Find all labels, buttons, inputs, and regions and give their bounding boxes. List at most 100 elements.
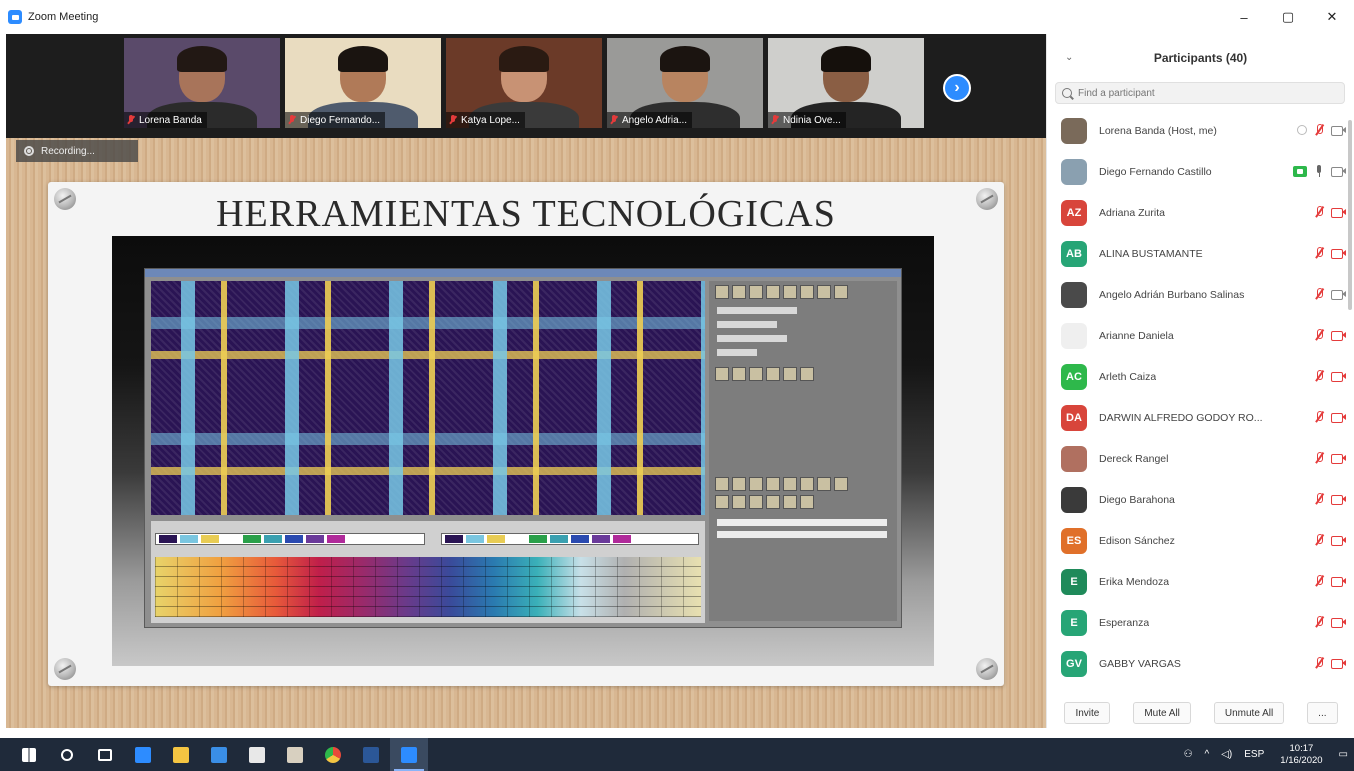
video-off-icon[interactable] (1331, 494, 1347, 505)
taskbar-item-store[interactable] (238, 738, 276, 771)
participant-name: Edison Sánchez (1099, 534, 1175, 547)
mic-muted-icon[interactable] (1313, 206, 1325, 218)
video-off-icon[interactable] (1331, 576, 1347, 587)
more-button[interactable]: ... (1307, 702, 1338, 724)
mic-muted-icon[interactable] (1313, 329, 1325, 341)
shared-slide: HERRAMIENTAS TECNOLÓGICAS (48, 182, 1004, 686)
people-icon[interactable]: ⚇ (1184, 749, 1193, 760)
taskbar-item-app[interactable] (276, 738, 314, 771)
mic-muted-icon[interactable] (1313, 124, 1325, 136)
participant-row[interactable]: AC Arleth Caiza (1047, 356, 1347, 397)
mic-muted-icon[interactable] (1313, 493, 1325, 505)
taskbar-item-edge[interactable] (124, 738, 162, 771)
word-icon (363, 746, 379, 763)
video-icon[interactable] (1331, 166, 1347, 177)
participant-row[interactable]: DA DARWIN ALFREDO GODOY RO... (1047, 397, 1347, 438)
window-controls: – ▢ ✕ (1222, 0, 1354, 34)
participant-search[interactable] (1055, 82, 1345, 104)
minimize-button[interactable]: – (1222, 0, 1266, 34)
taskbar-item-mail[interactable] (200, 738, 238, 771)
avatar (1061, 117, 1087, 144)
video-off-icon[interactable] (1331, 248, 1347, 259)
windows-taskbar: ⚇ ^ ◁) ESP 10:17 1/16/2020 ▭ (0, 738, 1354, 771)
video-thumbnail[interactable]: Diego Fernando... (285, 38, 441, 128)
participant-name: Arianne Daniela (1099, 329, 1174, 342)
mute-all-button[interactable]: Mute All (1133, 702, 1191, 724)
mic-muted-icon[interactable] (1313, 247, 1325, 259)
color-palette-area (151, 521, 705, 623)
thumbnail-name: Ndinia Ove... (783, 114, 841, 126)
mic-muted-icon[interactable] (1313, 411, 1325, 423)
participant-row[interactable]: E Erika Mendoza (1047, 561, 1347, 602)
maximize-button[interactable]: ▢ (1266, 0, 1310, 34)
video-off-icon[interactable] (1331, 330, 1347, 341)
video-off-icon[interactable] (1331, 658, 1347, 669)
taskbar-item-chrome[interactable] (314, 738, 352, 771)
taskbar-item-task-view[interactable] (86, 738, 124, 771)
video-off-icon[interactable] (1331, 535, 1347, 546)
mic-muted-icon[interactable] (1313, 616, 1325, 628)
notification-icon[interactable]: ▭ (1339, 749, 1348, 760)
participant-row[interactable]: Diego Fernando Castillo (1047, 151, 1347, 192)
mic-muted-icon[interactable] (1313, 657, 1325, 669)
taskbar-item-file-explorer[interactable] (162, 738, 200, 771)
participant-hair (499, 46, 549, 72)
system-tray: ⚇ ^ ◁) ESP 10:17 1/16/2020 ▭ (1178, 738, 1354, 771)
close-button[interactable]: ✕ (1310, 0, 1354, 34)
thumbnail-name-tag: Ndinia Ove... (768, 112, 846, 128)
volume-icon[interactable]: ◁) (1221, 749, 1232, 760)
video-off-icon[interactable] (1331, 617, 1347, 628)
search-icon (61, 748, 73, 761)
unmute-all-button[interactable]: Unmute All (1213, 702, 1285, 724)
participant-name: Arleth Caiza (1099, 370, 1157, 383)
language-indicator[interactable]: ESP (1244, 749, 1264, 760)
participant-search-input[interactable] (1078, 87, 1328, 99)
video-off-icon[interactable] (1331, 412, 1347, 423)
taskbar-item-start[interactable] (10, 738, 48, 771)
video-off-icon[interactable] (1331, 453, 1347, 464)
taskbar-item-word[interactable] (352, 738, 390, 771)
video-off-icon[interactable] (1331, 207, 1347, 218)
mic-muted-icon[interactable] (1313, 452, 1325, 464)
mic-muted-icon (610, 115, 618, 125)
participant-row[interactable]: Dereck Rangel (1047, 438, 1347, 479)
video-icon[interactable] (1331, 289, 1347, 300)
collapse-chevron-icon[interactable]: ⌄ (1065, 52, 1073, 63)
recording-indicator[interactable]: Recording... (16, 140, 138, 162)
participant-row[interactable]: Lorena Banda (Host, me) (1047, 110, 1347, 151)
mic-muted-icon[interactable] (1313, 370, 1325, 382)
mic-muted-icon[interactable] (1313, 288, 1325, 300)
participant-row[interactable]: E Esperanza (1047, 602, 1347, 643)
participant-row[interactable]: Diego Barahona (1047, 479, 1347, 520)
mic-muted-icon[interactable] (1313, 534, 1325, 546)
participant-row[interactable]: AZ Adriana Zurita (1047, 192, 1347, 233)
participant-list-scrollbar[interactable] (1348, 120, 1352, 310)
video-off-icon[interactable] (1331, 371, 1347, 382)
video-thumbnail[interactable]: Ndinia Ove... (768, 38, 924, 128)
video-thumbnail[interactable]: Katya Lope... (446, 38, 602, 128)
clock[interactable]: 10:17 1/16/2020 (1280, 743, 1322, 767)
next-page-button[interactable]: › (943, 74, 971, 102)
chrome-icon (325, 746, 341, 763)
mic-muted-icon[interactable] (1313, 575, 1325, 587)
participant-name: Angelo Adrián Burbano Salinas (1099, 288, 1245, 301)
participant-row[interactable]: ES Edison Sánchez (1047, 520, 1347, 561)
tool-field (717, 349, 757, 356)
taskbar-item-zoom[interactable] (390, 738, 428, 771)
video-thumbnail[interactable]: Angelo Adria... (607, 38, 763, 128)
invite-button[interactable]: Invite (1064, 702, 1111, 724)
chevron-up-icon[interactable]: ^ (1205, 749, 1210, 760)
taskbar-item-search[interactable] (48, 738, 86, 771)
tool-field (717, 307, 797, 314)
mic-muted-icon (127, 115, 135, 125)
participant-row[interactable]: Arianne Daniela (1047, 315, 1347, 356)
participant-row[interactable]: AB ALINA BUSTAMANTE (1047, 233, 1347, 274)
video-thumbnail[interactable]: Lorena Banda (124, 38, 280, 128)
participant-status-icons (1313, 411, 1347, 423)
mic-icon[interactable] (1313, 165, 1325, 177)
mic-muted-icon (771, 115, 779, 125)
participant-row[interactable]: GV GABBY VARGAS (1047, 643, 1347, 684)
video-icon[interactable] (1331, 125, 1347, 136)
meeting-area: Ndinia Ove... Angelo Adria... Katya Lope..… (6, 34, 1046, 728)
participant-row[interactable]: Angelo Adrián Burbano Salinas (1047, 274, 1347, 315)
